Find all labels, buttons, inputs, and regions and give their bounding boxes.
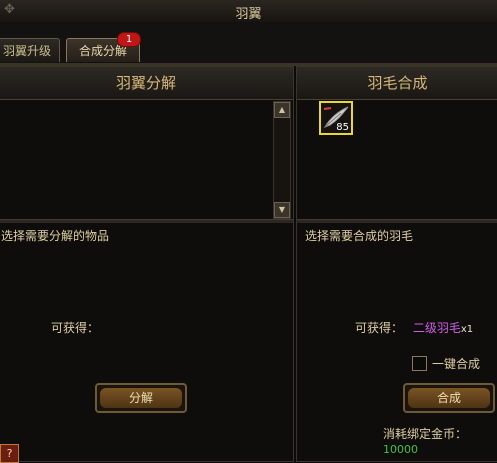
tab-strip: 羽翼升级 合成分解 1 bbox=[0, 22, 497, 66]
cost-label: 消耗绑定金币： bbox=[383, 427, 468, 441]
decompose-button-label: 分解 bbox=[100, 388, 182, 408]
decompose-panel: 羽翼分解 ▲ ▼ 选择需要分解的物品 可获得： 分解 bbox=[0, 66, 294, 462]
scroll-up-icon[interactable]: ▲ bbox=[274, 102, 290, 118]
compose-button[interactable]: 合成 bbox=[403, 383, 495, 413]
compose-obtain-row: 可获得： 二级羽毛x1 bbox=[355, 319, 473, 336]
one-click-label: 一键合成 bbox=[432, 357, 481, 371]
item-list-scrollbar[interactable]: ▲ ▼ bbox=[273, 101, 291, 219]
decompose-panel-title: 羽翼分解 bbox=[0, 67, 293, 100]
window-titlebar: ✥ 羽翼 bbox=[0, 0, 497, 23]
feather-item-slot[interactable]: 85 bbox=[319, 101, 353, 135]
scroll-down-icon[interactable]: ▼ bbox=[274, 202, 290, 218]
notification-badge: 1 bbox=[117, 32, 141, 47]
decompose-select-prompt: 选择需要分解的物品 bbox=[1, 229, 110, 243]
window-title: 羽翼 bbox=[235, 7, 262, 22]
compose-select-prompt: 选择需要合成的羽毛 bbox=[305, 229, 414, 243]
compose-obtain-label: 可获得： bbox=[355, 321, 404, 335]
one-click-checkbox[interactable] bbox=[412, 356, 427, 371]
tab-wing-upgrade[interactable]: 羽翼升级 bbox=[0, 38, 60, 62]
compose-panel-title: 羽毛合成 bbox=[297, 67, 497, 100]
help-icon[interactable]: ? bbox=[0, 444, 19, 463]
decompose-obtain-label: 可获得： bbox=[51, 321, 100, 335]
decompose-button[interactable]: 分解 bbox=[95, 383, 187, 413]
cost-value: 10000 bbox=[383, 443, 418, 456]
compose-obtain-item: 二级羽毛 bbox=[412, 321, 461, 335]
compose-button-label: 合成 bbox=[408, 388, 490, 408]
section-divider bbox=[297, 219, 497, 223]
cost-row: 消耗绑定金币： 10000 bbox=[383, 425, 497, 456]
compose-obtain-count: x1 bbox=[460, 324, 474, 335]
item-quantity: 85 bbox=[336, 122, 349, 133]
compose-panel: 羽毛合成 85 选择需要合成的羽毛 可获得： 二级羽毛x1 一键合成 合成 消耗… bbox=[296, 66, 497, 462]
section-divider bbox=[0, 219, 293, 223]
